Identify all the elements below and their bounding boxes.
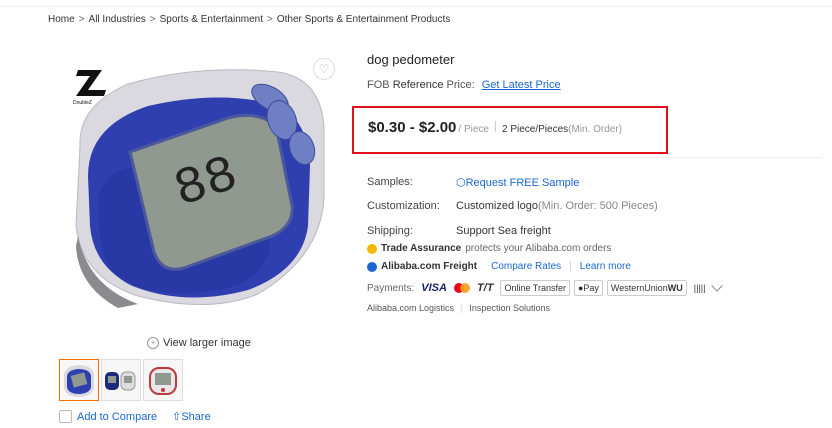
thumbnail-2[interactable] <box>101 359 141 401</box>
breadcrumb: Home > All Industries > Sports & Entertainme… <box>48 14 450 25</box>
shipping-row: Shipping: Support Sea freight <box>367 225 551 237</box>
samples-row: Samples: ⬡Request FREE Sample <box>367 176 579 189</box>
customization-value: Customized logo(Min. Order: 500 Pieces) <box>456 200 658 212</box>
product-title: dog pedometer <box>367 52 455 67</box>
fob-reference: Reference <box>392 79 444 91</box>
pedometer-image: DoubleZ 88 <box>73 69 325 308</box>
breadcrumb-separator: > <box>267 14 273 25</box>
thumbnail-image <box>149 367 177 395</box>
logistics-separator: | <box>460 303 463 313</box>
breadcrumb-home[interactable]: Home <box>48 14 75 25</box>
alibaba-logistics-link[interactable]: Alibaba.com Logistics <box>367 303 454 313</box>
payments-row: Payments: VISA T/T Online Transfer ● Pay … <box>367 280 723 296</box>
trade-assurance-desc: protects your Alibaba.com orders <box>465 243 612 254</box>
cube-icon: ⬡ <box>456 177 466 189</box>
view-larger-image-link[interactable]: + View larger image <box>147 337 251 349</box>
price-highlight-box: $0.30 - $2.00 / Piece 2 Piece/Pieces(Min… <box>352 106 668 154</box>
share-label: Share <box>181 411 211 423</box>
customization-text: Customized logo <box>456 200 538 212</box>
top-bar-divider <box>0 0 832 7</box>
thumbnail-image <box>105 371 136 391</box>
wu-label: WesternUnion <box>610 283 668 293</box>
share-button[interactable]: ⇧Share <box>172 410 211 423</box>
main-product-image[interactable]: DoubleZ 88 <box>58 56 334 324</box>
price-divider <box>494 121 496 132</box>
heart-icon: ♡ <box>318 62 330 76</box>
customization-note: (Min. Order: 500 Pieces) <box>537 200 658 212</box>
visa-icon: VISA <box>421 282 447 294</box>
zoom-icon: + <box>147 337 159 349</box>
tt-icon: T/T <box>476 282 494 294</box>
view-larger-label: View larger image <box>163 337 251 349</box>
shipping-value: Support Sea freight <box>456 225 551 237</box>
inspection-solutions-link[interactable]: Inspection Solutions <box>469 303 550 313</box>
min-order: 2 Piece/Pieces(Min. Order) <box>502 124 622 135</box>
price-range: $0.30 - $2.00 <box>368 119 457 136</box>
price-row: $0.30 - $2.00 / Piece 2 Piece/Pieces(Min… <box>368 119 622 136</box>
freight-title: Alibaba.com Freight <box>381 261 478 272</box>
trade-assurance-row: Trade Assurance protects your Alibaba.co… <box>367 243 611 254</box>
chevron-down-icon[interactable] <box>710 280 723 292</box>
boleto-icon: ||||| <box>693 283 706 293</box>
request-sample-label: Request FREE Sample <box>465 177 580 189</box>
breadcrumb-all-industries[interactable]: All Industries <box>89 14 146 25</box>
breadcrumb-other-sports[interactable]: Other Sports & Entertainment Products <box>277 14 450 25</box>
customization-label: Customization: <box>367 200 440 212</box>
customization-row: Customization: Customized logo(Min. Orde… <box>367 200 658 212</box>
mastercard-icon <box>453 282 470 294</box>
svg-text:DoubleZ: DoubleZ <box>73 100 92 106</box>
breadcrumb-separator: > <box>149 14 156 25</box>
samples-label: Samples: <box>367 176 413 188</box>
apple-pay-label: Pay <box>583 283 599 293</box>
share-icon: ⇧ <box>172 411 182 423</box>
thumbnail-image <box>64 365 94 397</box>
thumbnail-1[interactable] <box>59 359 99 401</box>
freight-separator: | <box>569 261 572 272</box>
moq-value: 2 Piece/Pieces <box>501 124 569 135</box>
logistics-row: Alibaba.com Logistics | Inspection Solut… <box>367 303 550 313</box>
request-sample-link[interactable]: ⬡Request FREE Sample <box>456 176 579 189</box>
trade-assurance-icon <box>367 243 377 254</box>
fob-prefix: FOB <box>367 79 390 91</box>
fob-price-row: FOB Reference Price: Get Latest Price <box>367 79 561 91</box>
compare-rates-link[interactable]: Compare Rates <box>491 261 561 272</box>
online-transfer-icon: Online Transfer <box>500 280 570 296</box>
payments-label: Payments: <box>367 282 415 294</box>
compare-checkbox[interactable] <box>59 410 72 423</box>
western-union-icon: WesternUnion WU <box>606 280 687 296</box>
thumbnail-strip <box>59 359 183 401</box>
section-divider <box>367 157 821 158</box>
apple-pay-icon: ● Pay <box>573 280 603 296</box>
trade-assurance-title[interactable]: Trade Assurance <box>381 243 461 254</box>
get-latest-price-link[interactable]: Get Latest Price <box>482 79 561 91</box>
favorite-heart-button[interactable]: ♡ <box>313 58 335 80</box>
freight-row: Alibaba.com Freight Compare Rates | Lear… <box>367 261 631 272</box>
add-to-compare-link[interactable]: Add to Compare <box>77 411 157 423</box>
breadcrumb-separator: > <box>78 14 85 25</box>
globe-icon <box>367 261 377 272</box>
fob-suffix: Price: <box>446 79 475 91</box>
moq-note: (Min. Order) <box>568 124 623 135</box>
compare-share-row: Add to Compare ⇧Share <box>59 410 211 423</box>
wu-suffix: WU <box>667 283 683 293</box>
shipping-label: Shipping: <box>367 225 413 237</box>
thumbnail-3[interactable] <box>143 359 183 401</box>
learn-more-link[interactable]: Learn more <box>580 261 631 272</box>
breadcrumb-sports[interactable]: Sports & Entertainment <box>160 14 263 25</box>
price-unit: / Piece <box>458 124 489 135</box>
